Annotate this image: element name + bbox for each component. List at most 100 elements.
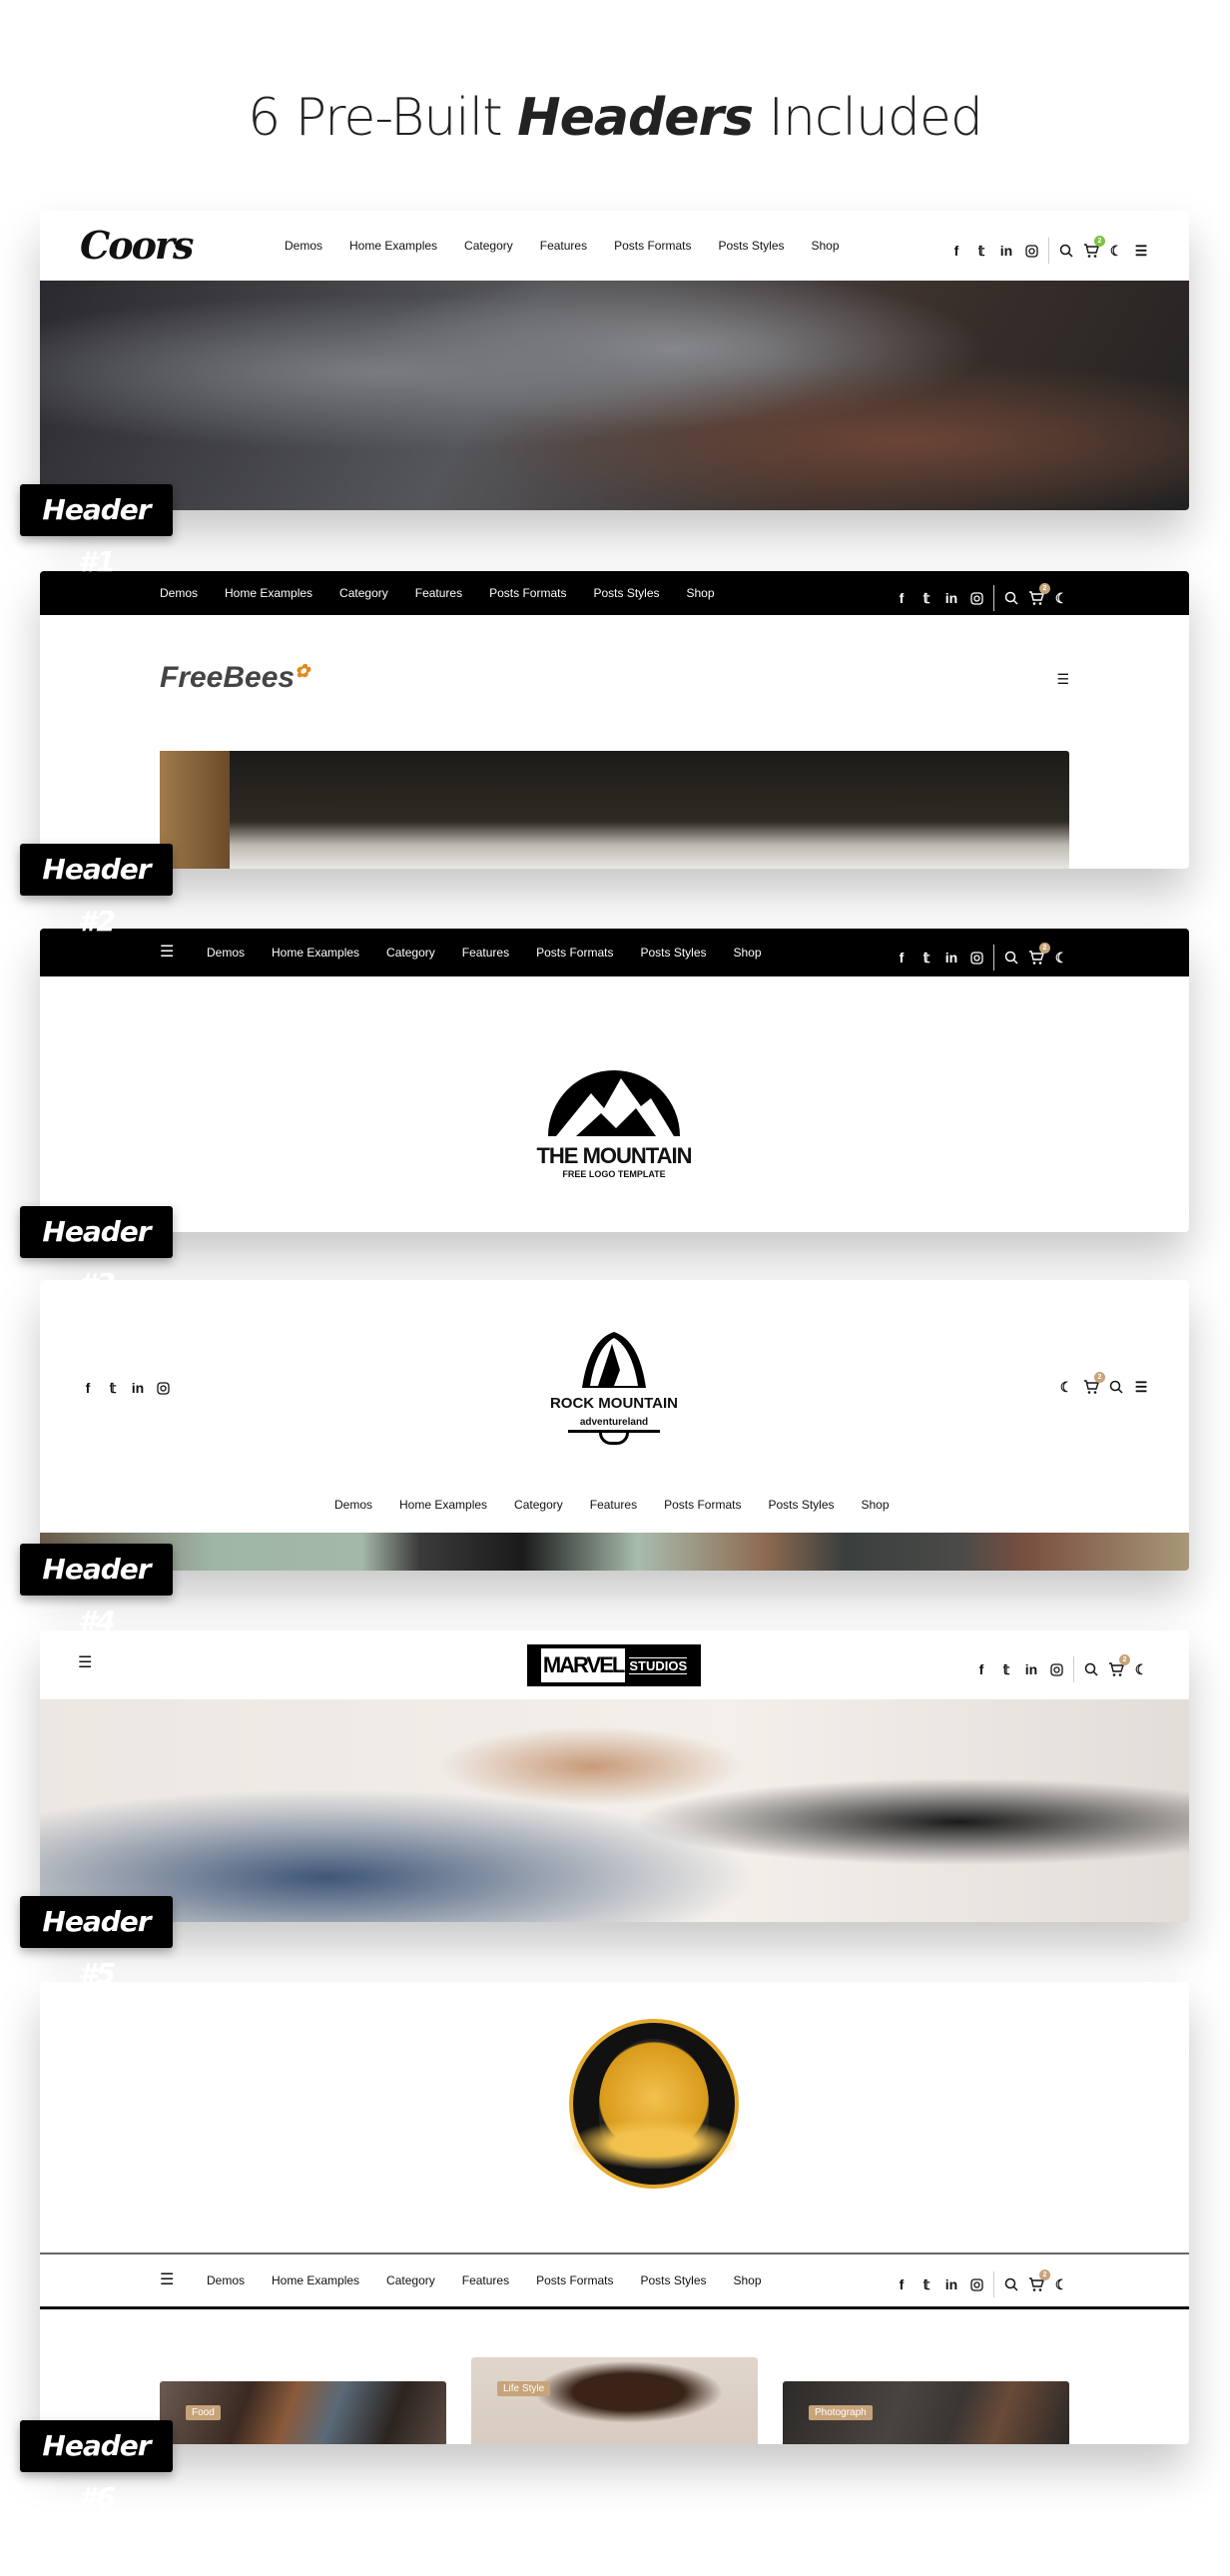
- moon-icon[interactable]: ☾: [1053, 2276, 1069, 2292]
- post-card[interactable]: Life Style: [471, 2357, 758, 2444]
- nav-item-shop[interactable]: Shop: [734, 2273, 762, 2287]
- moon-icon[interactable]: ☾: [1053, 590, 1069, 606]
- nav-item-shop[interactable]: Shop: [812, 239, 840, 253]
- moon-icon[interactable]: ☾: [1058, 1379, 1074, 1395]
- search-icon[interactable]: [1003, 590, 1019, 606]
- linkedin-icon[interactable]: in: [943, 2276, 959, 2292]
- category-tag[interactable]: Food: [186, 2405, 221, 2420]
- nav-item-features[interactable]: Features: [415, 586, 462, 600]
- nav-item-features[interactable]: Features: [540, 239, 587, 253]
- twitter-icon[interactable]: 𝕥: [105, 1380, 121, 1396]
- menu-icon[interactable]: ☰: [1133, 1379, 1149, 1395]
- instagram-icon[interactable]: [155, 1380, 171, 1396]
- search-icon[interactable]: [1003, 950, 1019, 966]
- facebook-icon[interactable]: f: [948, 243, 964, 259]
- logo[interactable]: THE MOUNTAIN FREE LOGO TEMPLATE: [514, 1058, 714, 1179]
- instagram-icon[interactable]: [968, 950, 984, 966]
- nav-item-demos[interactable]: Demos: [285, 239, 322, 253]
- cart-icon[interactable]: 2: [1028, 583, 1050, 606]
- search-icon[interactable]: [1003, 2276, 1019, 2292]
- instagram-icon[interactable]: [968, 2276, 984, 2292]
- nav-item-home-examples[interactable]: Home Examples: [272, 946, 359, 960]
- nav-item-home-examples[interactable]: Home Examples: [349, 239, 437, 253]
- moon-icon[interactable]: ☾: [1133, 1661, 1149, 1677]
- cart-icon[interactable]: 2: [1083, 236, 1105, 259]
- linkedin-icon[interactable]: in: [943, 950, 959, 966]
- nav-item-demos[interactable]: Demos: [207, 2273, 245, 2287]
- nav-item-home-examples[interactable]: Home Examples: [225, 586, 312, 600]
- instagram-icon[interactable]: [968, 590, 984, 606]
- twitter-icon[interactable]: 𝕥: [973, 243, 989, 259]
- facebook-icon[interactable]: f: [894, 950, 910, 966]
- instagram-icon[interactable]: [1023, 243, 1039, 259]
- nav-item-features[interactable]: Features: [590, 1498, 637, 1512]
- nav-item-shop[interactable]: Shop: [734, 946, 762, 960]
- cart-count-badge: 2: [1039, 2269, 1050, 2280]
- nav-item-posts-formats[interactable]: Posts Formats: [536, 2273, 613, 2287]
- nav-item-features[interactable]: Features: [462, 946, 509, 960]
- post-card[interactable]: Photograph: [783, 2381, 1069, 2444]
- linkedin-icon[interactable]: in: [1023, 1661, 1039, 1677]
- nav-item-posts-formats[interactable]: Posts Formats: [536, 946, 613, 960]
- menu-icon[interactable]: ☰: [160, 2269, 174, 2289]
- menu-icon[interactable]: ☰: [1133, 243, 1149, 259]
- search-icon[interactable]: [1083, 1661, 1099, 1677]
- divider: [993, 585, 994, 611]
- search-icon[interactable]: [1108, 1379, 1124, 1395]
- linkedin-icon[interactable]: in: [998, 243, 1014, 259]
- cart-icon[interactable]: 2: [1028, 943, 1050, 966]
- nav-item-category[interactable]: Category: [464, 239, 513, 253]
- menu-icon[interactable]: ☰: [1056, 671, 1069, 688]
- nav-item-posts-formats[interactable]: Posts Formats: [614, 239, 691, 253]
- main-nav: Demos Home Examples Category Features Posts …: [207, 946, 762, 960]
- twitter-icon[interactable]: 𝕥: [998, 1661, 1014, 1677]
- nav-item-category[interactable]: Category: [339, 586, 388, 600]
- facebook-icon[interactable]: f: [80, 1380, 96, 1396]
- nav-item-shop[interactable]: Shop: [687, 586, 715, 600]
- nav-item-home-examples[interactable]: Home Examples: [399, 1498, 487, 1512]
- nav-item-category[interactable]: Category: [386, 2273, 435, 2287]
- nav-item-category[interactable]: Category: [386, 946, 435, 960]
- twitter-icon[interactable]: 𝕥: [919, 2276, 934, 2292]
- logo[interactable]: MARVEL STUDIOS: [527, 1644, 701, 1686]
- twitter-icon[interactable]: 𝕥: [919, 590, 934, 606]
- hero-image: [40, 1699, 1189, 1922]
- linkedin-icon[interactable]: in: [943, 590, 959, 606]
- nav-item-posts-styles[interactable]: Posts Styles: [768, 1498, 834, 1512]
- moon-icon[interactable]: ☾: [1053, 950, 1069, 966]
- nav-item-posts-formats[interactable]: Posts Formats: [664, 1498, 741, 1512]
- logo[interactable]: Coors: [80, 223, 194, 268]
- menu-icon[interactable]: ☰: [78, 1652, 92, 1672]
- facebook-icon[interactable]: f: [894, 590, 910, 606]
- cart-icon[interactable]: 2: [1083, 1372, 1105, 1395]
- facebook-icon[interactable]: f: [894, 2276, 910, 2292]
- nav-item-demos[interactable]: Demos: [207, 946, 245, 960]
- twitter-icon[interactable]: 𝕥: [919, 950, 934, 966]
- nav-item-home-examples[interactable]: Home Examples: [272, 2273, 359, 2287]
- lion-logo-icon[interactable]: [554, 2019, 754, 2194]
- nav-item-features[interactable]: Features: [462, 2273, 509, 2287]
- nav-item-posts-styles[interactable]: Posts Styles: [640, 946, 706, 960]
- nav-item-demos[interactable]: Demos: [334, 1498, 372, 1512]
- category-tag[interactable]: Photograph: [809, 2405, 873, 2420]
- search-icon[interactable]: [1058, 243, 1074, 259]
- logo[interactable]: ROCK MOUNTAIN adventureland: [514, 1330, 714, 1445]
- header-label: Header #1: [20, 484, 173, 578]
- cart-icon[interactable]: 2: [1108, 1654, 1130, 1677]
- nav-item-posts-styles[interactable]: Posts Styles: [718, 239, 784, 253]
- nav-item-shop[interactable]: Shop: [862, 1498, 890, 1512]
- facebook-icon[interactable]: f: [973, 1661, 989, 1677]
- nav-item-demos[interactable]: Demos: [160, 586, 198, 600]
- nav-item-posts-styles[interactable]: Posts Styles: [640, 2273, 706, 2287]
- category-tag[interactable]: Life Style: [497, 2381, 551, 2396]
- post-card[interactable]: Food: [160, 2381, 446, 2444]
- logo[interactable]: FreeBees✿: [160, 661, 309, 695]
- moon-icon[interactable]: ☾: [1108, 243, 1124, 259]
- linkedin-icon[interactable]: in: [130, 1380, 146, 1396]
- nav-item-category[interactable]: Category: [514, 1498, 563, 1512]
- instagram-icon[interactable]: [1048, 1661, 1064, 1677]
- cart-icon[interactable]: 2: [1028, 2269, 1050, 2292]
- nav-item-posts-formats[interactable]: Posts Formats: [489, 586, 566, 600]
- nav-item-posts-styles[interactable]: Posts Styles: [593, 586, 659, 600]
- menu-icon[interactable]: ☰: [160, 942, 174, 962]
